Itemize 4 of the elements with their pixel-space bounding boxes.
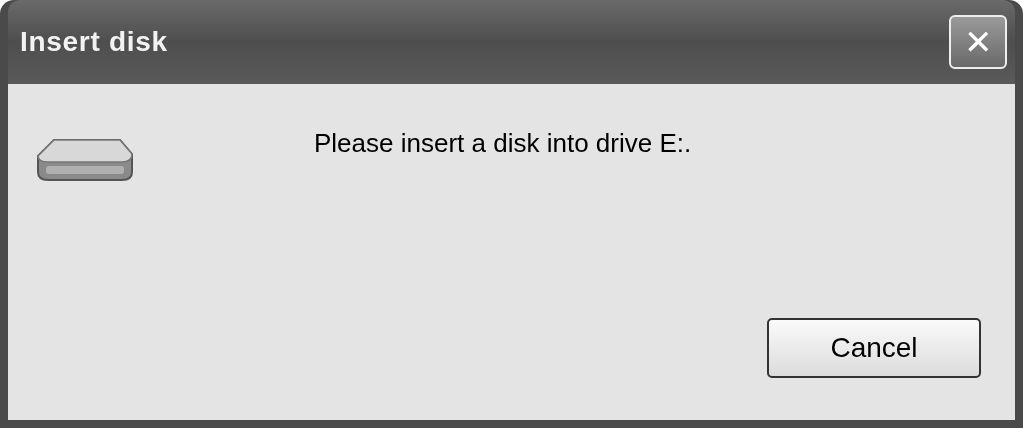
cancel-button[interactable]: Cancel: [767, 318, 981, 378]
close-button[interactable]: ✕: [949, 15, 1007, 69]
window-title: Insert disk: [20, 25, 168, 59]
message-text: Please insert a disk into drive E:.: [314, 127, 692, 160]
